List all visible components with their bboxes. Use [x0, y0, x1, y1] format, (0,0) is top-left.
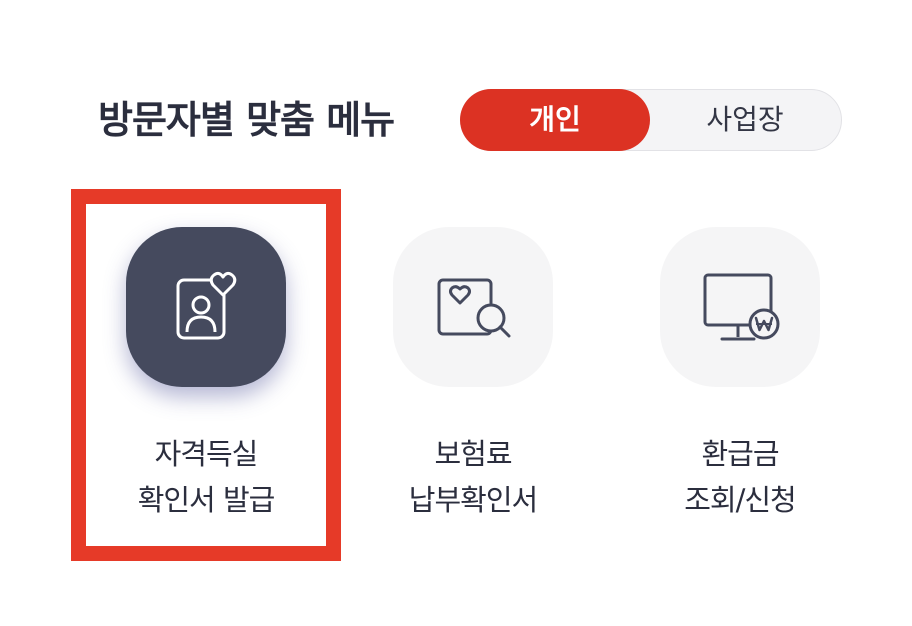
menu-item-label-line2: 확인서 발급 — [137, 483, 276, 517]
photo-heart-search-icon — [437, 278, 511, 338]
menu-item-label-line1: 환급금 — [701, 437, 779, 471]
menu-item-label-line1: 자격득실 — [154, 437, 259, 471]
toggle-business[interactable]: 사업장 — [650, 89, 840, 151]
monitor-won-icon — [703, 273, 780, 341]
menu-item-label: 환급금 조회/신청 — [625, 431, 855, 523]
menu-item-premium-payment-certificate[interactable]: 보험료 납부확인서 — [358, 227, 588, 523]
toggle-personal[interactable]: 개인 — [460, 89, 650, 151]
visitor-menu-panel: 방문자별 맞춤 메뉴 개인 사업장 자격득실 확인서 발급 보험료 납부확인서 … — [0, 0, 912, 626]
menu-item-label-line1: 보험료 — [434, 437, 512, 471]
menu-item-label: 보험료 납부확인서 — [358, 431, 588, 523]
menu-icon-button[interactable] — [660, 227, 820, 387]
menu-icon-button[interactable] — [393, 227, 553, 387]
menu-item-label-line2: 조회/신청 — [684, 483, 797, 517]
section-title: 방문자별 맞춤 메뉴 — [98, 98, 395, 142]
visitor-type-toggle: 개인 사업장 — [460, 89, 842, 151]
menu-item-refund-inquiry[interactable]: 환급금 조회/신청 — [625, 227, 855, 523]
menu-icon-button[interactable] — [126, 227, 286, 387]
menu-item-qualification-certificate[interactable]: 자격득실 확인서 발급 — [91, 227, 321, 523]
id-card-heart-icon — [176, 271, 237, 340]
menu-item-label-line2: 납부확인서 — [408, 483, 538, 517]
menu-item-label: 자격득실 확인서 발급 — [91, 431, 321, 523]
